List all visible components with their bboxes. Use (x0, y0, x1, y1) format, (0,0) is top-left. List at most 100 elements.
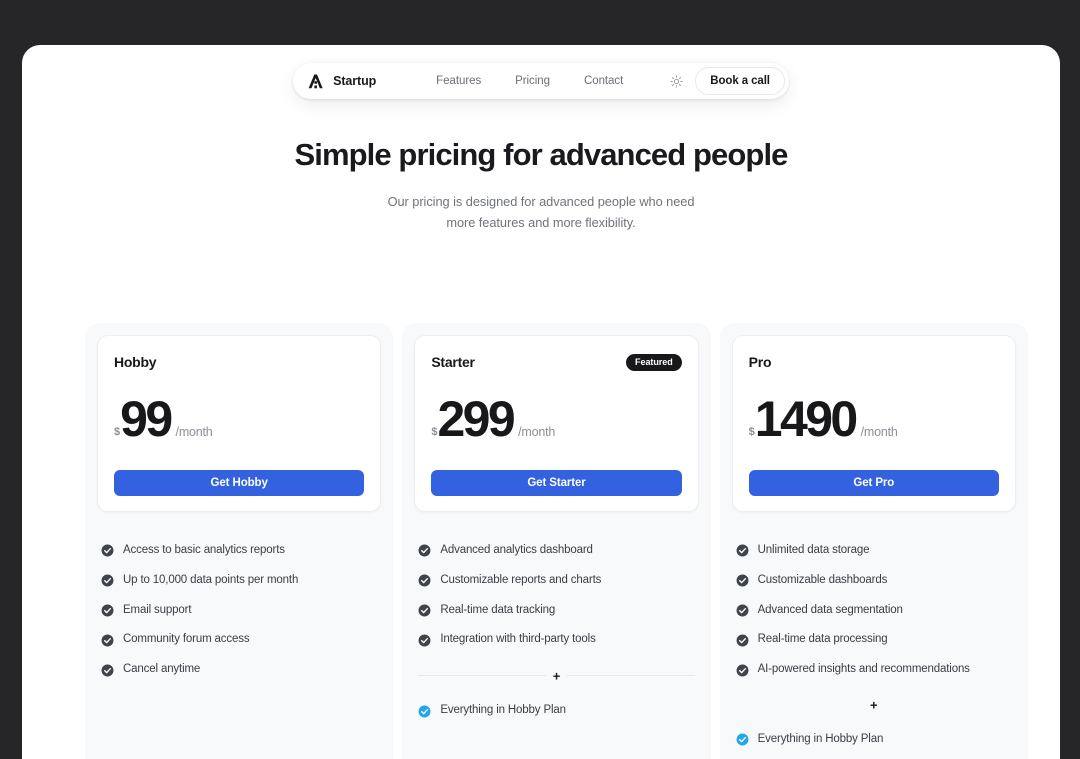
pricing-card-hobby: Hobby $99/month Get Hobby (97, 335, 381, 512)
feature-item: AI-powered insights and recommendations (736, 663, 1012, 677)
included-plan-label: Everything in Hobby Plan (440, 704, 566, 718)
brand-logo-link[interactable]: Startup (307, 73, 436, 90)
check-circle-icon (101, 664, 114, 677)
check-circle-icon (736, 544, 749, 557)
feature-item: Access to basic analytics reports (101, 544, 377, 558)
price-currency: $ (749, 426, 755, 438)
page-subtitle-line-2: more features and more flexibility. (446, 215, 635, 230)
pricing-card-starter: Starter Featured $299/month Get Starter (414, 335, 698, 512)
feature-list: Advanced analytics dashboard Customizable… (414, 544, 698, 647)
plus-divider: + (418, 675, 694, 676)
feature-item: Customizable reports and charts (418, 574, 694, 588)
brand-name: Startup (333, 74, 376, 88)
check-circle-icon (418, 604, 431, 617)
navbar: Startup Features Pricing Contact Book a … (293, 63, 789, 99)
price-amount: 99 (120, 394, 170, 444)
price-period: /month (518, 425, 555, 439)
check-circle-blue-icon (736, 733, 749, 746)
feature-item: Advanced analytics dashboard (418, 544, 694, 558)
check-circle-icon (418, 634, 431, 647)
check-circle-icon (418, 544, 431, 557)
page-title: Simple pricing for advanced people (22, 137, 1060, 173)
featured-badge: Featured (626, 354, 682, 371)
card-header: Pro (749, 352, 999, 372)
nav-right-group: Book a call (623, 67, 785, 95)
feature-list: Access to basic analytics reports Up to 1… (97, 544, 381, 677)
book-a-call-button[interactable]: Book a call (695, 67, 785, 95)
check-circle-icon (736, 574, 749, 587)
included-plan-label: Everything in Hobby Plan (758, 733, 884, 747)
price-period: /month (861, 425, 898, 439)
page-shell: Startup Features Pricing Contact Book a … (22, 45, 1060, 759)
feature-label: Cancel anytime (123, 663, 200, 677)
get-starter-button[interactable]: Get Starter (431, 470, 681, 496)
pricing-column-pro: Pro $1490/month Get Pro Unlimited data stor… (720, 323, 1028, 759)
check-circle-icon (736, 634, 749, 647)
feature-label: Unlimited data storage (758, 544, 870, 558)
startup-mark-icon (307, 73, 324, 90)
feature-item: Community forum access (101, 633, 377, 647)
feature-label: Advanced data segmentation (758, 604, 903, 618)
feature-item: Integration with third-party tools (418, 633, 694, 647)
plan-name: Starter (431, 354, 474, 370)
feature-label: Community forum access (123, 633, 249, 647)
nav-link-features[interactable]: Features (436, 75, 481, 87)
feature-label: AI-powered insights and recommendations (758, 663, 970, 677)
included-plan-item: Everything in Hobby Plan (736, 733, 1012, 747)
feature-item: Real-time data processing (736, 633, 1012, 647)
plus-icon: + (864, 698, 884, 711)
feature-item: Email support (101, 604, 377, 618)
pricing-column-starter: Starter Featured $299/month Get Starter Adva… (402, 323, 710, 759)
get-pro-button[interactable]: Get Pro (749, 470, 999, 496)
price-row: $1490/month (749, 394, 999, 444)
price-amount: 299 (437, 394, 513, 444)
price-row: $299/month (431, 394, 681, 444)
feature-list: Unlimited data storage Customizable dashb… (732, 544, 1016, 677)
check-circle-icon (418, 574, 431, 587)
feature-item: Cancel anytime (101, 663, 377, 677)
price-period: /month (176, 425, 213, 439)
get-hobby-button[interactable]: Get Hobby (114, 470, 364, 496)
check-circle-blue-icon (418, 705, 431, 718)
included-plans-list: Everything in Hobby Plan (414, 704, 698, 734)
feature-item: Customizable dashboards (736, 574, 1012, 588)
nav-link-contact[interactable]: Contact (584, 75, 623, 87)
pricing-grid: Hobby $99/month Get Hobby Access to basic a… (85, 323, 1028, 759)
feature-label: Up to 10,000 data points per month (123, 574, 298, 588)
price-amount: 1490 (755, 394, 856, 444)
page-subtitle-line-1: Our pricing is designed for advanced peo… (388, 194, 695, 209)
check-circle-icon (101, 544, 114, 557)
plan-name: Pro (749, 354, 772, 370)
feature-label: Email support (123, 604, 191, 618)
pricing-card-pro: Pro $1490/month Get Pro (732, 335, 1016, 512)
feature-item: Real-time data tracking (418, 604, 694, 618)
page-subtitle: Our pricing is designed for advanced peo… (22, 191, 1060, 233)
check-circle-icon (101, 604, 114, 617)
nav-link-pricing[interactable]: Pricing (515, 75, 550, 87)
card-header: Hobby (114, 352, 364, 372)
nav-links: Features Pricing Contact (436, 75, 623, 87)
navbar-wrapper: Startup Features Pricing Contact Book a … (22, 63, 1060, 99)
card-header: Starter Featured (431, 352, 681, 372)
sun-icon[interactable] (665, 70, 687, 92)
plan-name: Hobby (114, 354, 156, 370)
pricing-column-hobby: Hobby $99/month Get Hobby Access to basic a… (85, 323, 393, 759)
check-circle-icon (101, 574, 114, 587)
feature-label: Advanced analytics dashboard (440, 544, 592, 558)
feature-label: Real-time data processing (758, 633, 888, 647)
feature-item: Advanced data segmentation (736, 604, 1012, 618)
feature-label: Customizable reports and charts (440, 574, 601, 588)
price-currency: $ (114, 426, 120, 438)
feature-item: Up to 10,000 data points per month (101, 574, 377, 588)
price-row: $99/month (114, 394, 364, 444)
feature-label: Integration with third-party tools (440, 633, 595, 647)
plus-icon: + (547, 669, 567, 682)
included-plan-item: Everything in Hobby Plan (418, 704, 694, 718)
check-circle-icon (101, 634, 114, 647)
included-plans-list: Everything in Hobby PlanEverything in Pr… (732, 733, 1016, 759)
feature-item: Unlimited data storage (736, 544, 1012, 558)
feature-label: Access to basic analytics reports (123, 544, 285, 558)
price-currency: $ (431, 426, 437, 438)
check-circle-icon (736, 664, 749, 677)
feature-label: Customizable dashboards (758, 574, 888, 588)
